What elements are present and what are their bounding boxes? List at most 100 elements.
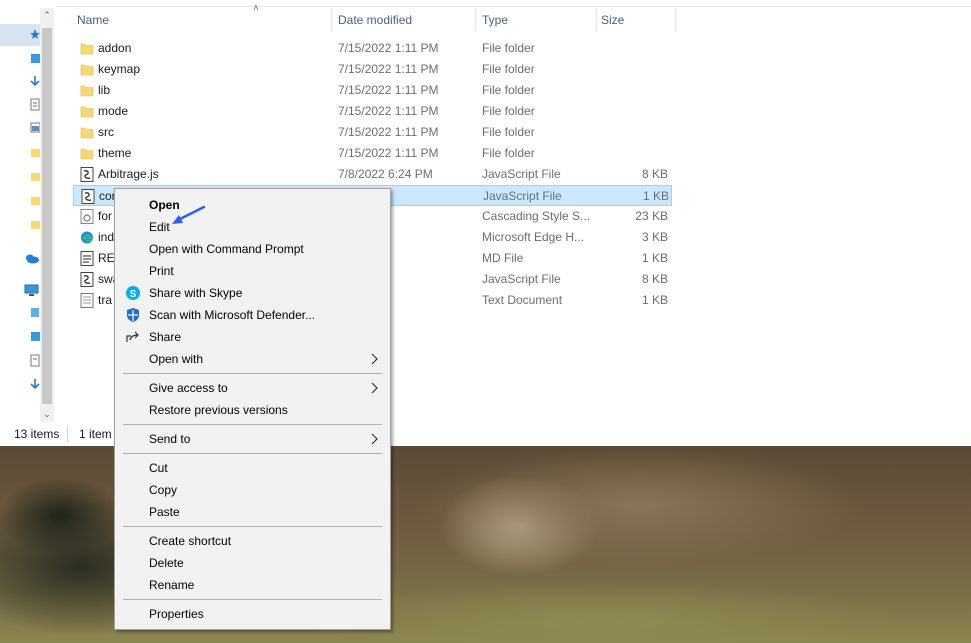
folder-icon [80, 148, 94, 160]
file-row[interactable]: keymap 7/15/2022 1:11 PM File folder [73, 59, 672, 80]
file-type: File folder [482, 62, 535, 76]
column-header-type[interactable]: Type [482, 8, 508, 32]
menu-item-label: Copy [149, 483, 178, 497]
menu-item-open[interactable]: Open [115, 194, 390, 216]
file-size [598, 59, 668, 80]
menu-item-open-command-prompt[interactable]: Open with Command Prompt [115, 238, 390, 260]
file-date-modified: 7/15/2022 1:11 PM [338, 83, 439, 97]
file-date-modified: 7/15/2022 1:11 PM [338, 125, 439, 139]
file-row[interactable]: src 7/15/2022 1:11 PM File folder [73, 122, 672, 143]
menu-item-label: Send to [149, 432, 191, 446]
column-divider[interactable] [675, 8, 676, 32]
menu-item-share-skype[interactable]: S Share with Skype [115, 282, 390, 304]
edge-file-icon [81, 231, 93, 244]
menu-item-label: Open with [149, 352, 204, 366]
file-size: 3 KB [641, 230, 668, 244]
file-row[interactable]: addon 7/15/2022 1:11 PM File folder [73, 38, 672, 59]
column-header-date-modified[interactable]: Date modified [338, 8, 412, 32]
file-row[interactable]: lib 7/15/2022 1:11 PM File folder [73, 80, 672, 101]
nav-scrollbar-thumb[interactable] [42, 28, 52, 404]
file-size [598, 122, 668, 143]
documents-icon [30, 354, 40, 367]
chevron-right-icon [371, 382, 378, 394]
menu-item-restore-versions[interactable]: Restore previous versions [115, 399, 390, 421]
downloads-icon [30, 76, 40, 87]
menu-item-label: Rename [149, 578, 195, 592]
file-size: 8 KB [641, 272, 668, 286]
file-name: Arbitrage.js [98, 167, 159, 181]
menu-item-properties[interactable]: Properties [115, 603, 390, 625]
menu-item-label: Cut [149, 461, 168, 475]
menu-item-label: Paste [149, 505, 180, 519]
column-header-row: ˄ Name Date modified Type Size [56, 3, 971, 32]
file-name: mode [98, 104, 129, 118]
objects-icon [31, 308, 39, 317]
desktop-icon [31, 54, 40, 63]
menu-item-create-shortcut[interactable]: Create shortcut [115, 530, 390, 552]
chevron-right-icon [371, 353, 378, 365]
scroll-down-icon[interactable]: ⌄ [40, 407, 54, 421]
file-size: 1 KB [641, 251, 668, 265]
file-name: keymap [98, 62, 141, 76]
file-row[interactable]: mode 7/15/2022 1:11 PM File folder [73, 101, 672, 122]
desktop-icon [31, 332, 40, 341]
star-icon [30, 29, 40, 39]
file-row[interactable]: theme 7/15/2022 1:11 PM File folder [73, 143, 672, 164]
pictures-icon [30, 122, 40, 133]
column-header-size[interactable]: Size [601, 8, 624, 32]
column-divider[interactable] [475, 8, 476, 32]
column-divider[interactable] [596, 8, 597, 32]
share-icon [126, 331, 139, 342]
menu-item-edit[interactable]: Edit [115, 216, 390, 238]
folder-icon [80, 106, 94, 118]
window-top-border [56, 6, 971, 7]
file-name: lib [98, 83, 111, 97]
column-divider[interactable] [331, 8, 332, 32]
menu-item-open-with[interactable]: Open with [115, 348, 390, 370]
menu-item-rename[interactable]: Rename [115, 574, 390, 596]
file-type: File folder [482, 83, 535, 97]
menu-item-copy[interactable]: Copy [115, 479, 390, 501]
file-name: addon [98, 41, 132, 55]
md-file-icon [80, 251, 94, 266]
menu-item-label: Share with Skype [149, 286, 243, 300]
file-row[interactable]: Arbitrage.js 7/8/2022 6:24 PM JavaScript F… [73, 164, 672, 185]
menu-item-send-to[interactable]: Send to [115, 428, 390, 450]
menu-item-cut[interactable]: Cut [115, 457, 390, 479]
menu-item-share[interactable]: Share [115, 326, 390, 348]
folder-icon [31, 149, 40, 157]
menu-item-give-access[interactable]: Give access to [115, 377, 390, 399]
folder-icon [31, 173, 40, 181]
menu-item-label: Give access to [149, 381, 228, 395]
file-type: File folder [482, 146, 535, 160]
menu-separator [123, 453, 382, 454]
file-type: File folder [482, 125, 535, 139]
menu-item-label: Print [149, 264, 174, 278]
file-date-modified: 7/15/2022 1:11 PM [338, 104, 439, 118]
menu-item-print[interactable]: Print [115, 260, 390, 282]
menu-item-scan-defender[interactable]: Scan with Microsoft Defender... [115, 304, 390, 326]
downloads-icon [30, 379, 40, 390]
file-type: JavaScript File [483, 189, 562, 203]
folder-icon [31, 221, 40, 229]
status-divider [67, 427, 68, 442]
menu-item-label: Edit [149, 220, 170, 234]
file-name: src [98, 125, 114, 139]
folder-icon [31, 197, 40, 205]
menu-item-delete[interactable]: Delete [115, 552, 390, 574]
navigation-pane: ⌃ ⌄ [0, 0, 56, 424]
menu-separator [123, 599, 382, 600]
text-file-icon [80, 293, 94, 308]
file-type: File folder [482, 41, 535, 55]
menu-item-paste[interactable]: Paste [115, 501, 390, 523]
file-size: 8 KB [641, 167, 668, 181]
onedrive-icon [26, 254, 39, 264]
file-size [598, 143, 668, 164]
file-size [598, 38, 668, 59]
column-header-name[interactable]: Name [77, 8, 109, 32]
this-pc-icon [24, 284, 39, 296]
menu-item-label: Scan with Microsoft Defender... [149, 308, 316, 322]
file-type: File folder [482, 104, 535, 118]
scroll-up-icon[interactable]: ⌃ [40, 8, 54, 22]
menu-item-label: Open with Command Prompt [149, 242, 304, 256]
